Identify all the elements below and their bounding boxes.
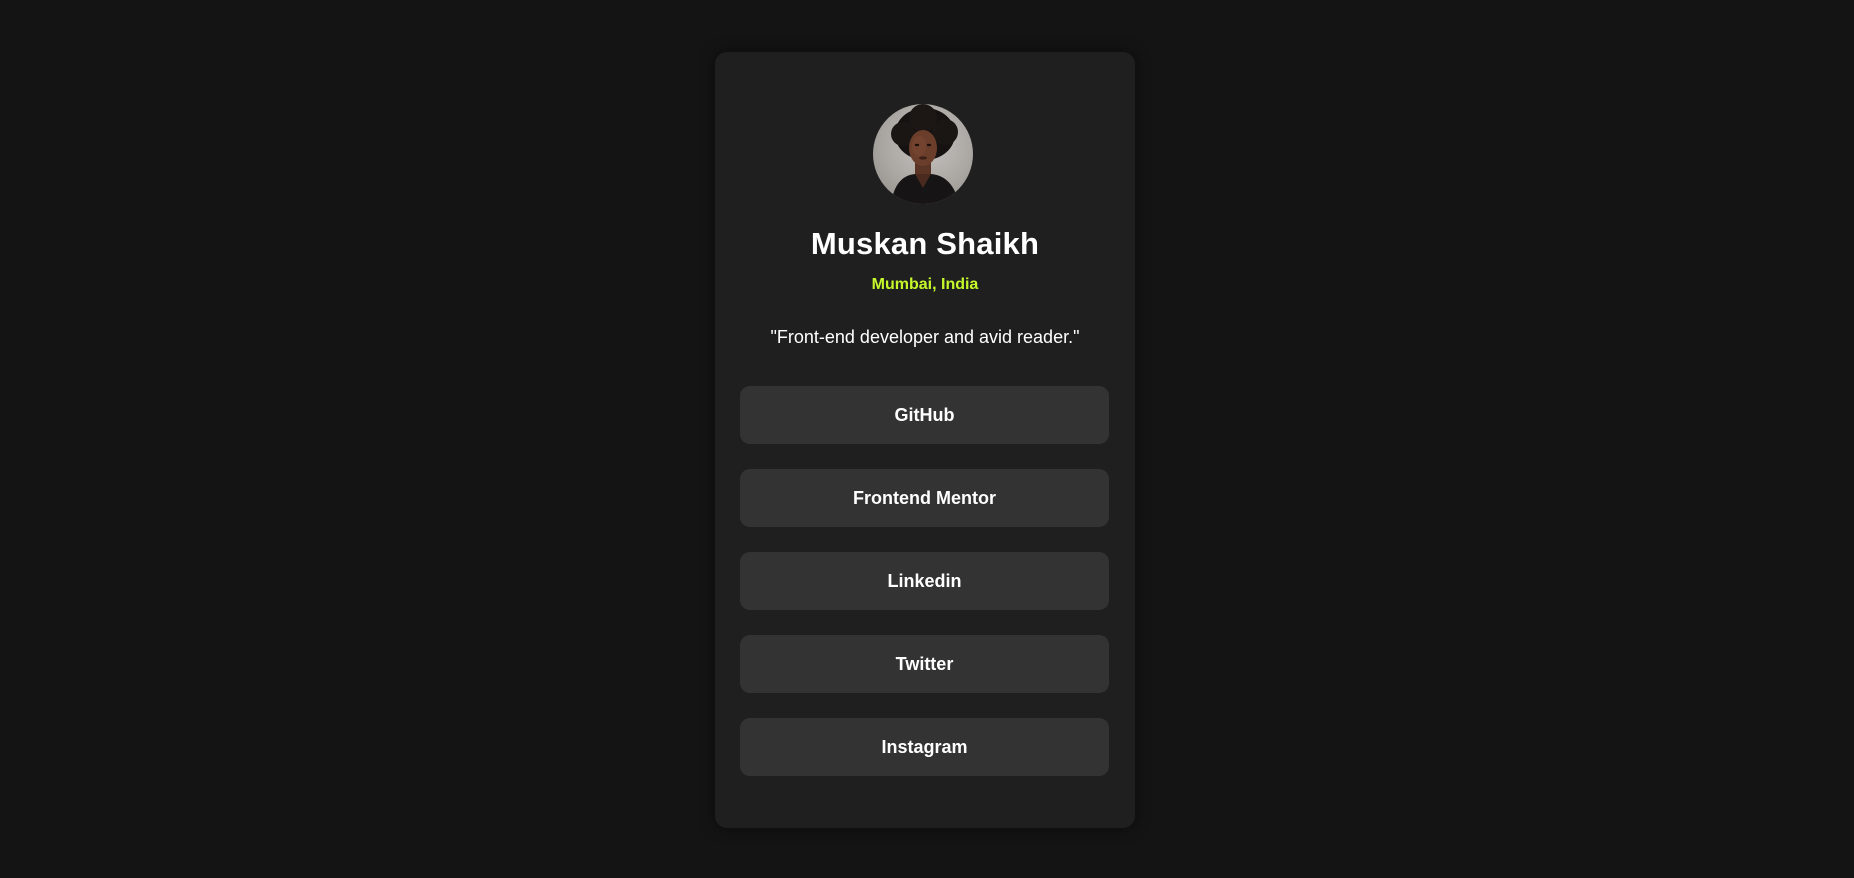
linkedin-link-button[interactable]: Linkedin [740,552,1109,610]
frontend-mentor-link-button[interactable]: Frontend Mentor [740,469,1109,527]
instagram-link-button[interactable]: Instagram [740,718,1109,776]
page: Muskan Shaikh Mumbai, India "Front-end d… [0,0,1854,878]
twitter-link-button[interactable]: Twitter [740,635,1109,693]
social-links-list: GitHub Frontend Mentor Linkedin Twitter … [740,386,1109,801]
profile-card: Muskan Shaikh Mumbai, India "Front-end d… [715,52,1135,828]
github-link-button[interactable]: GitHub [740,386,1109,444]
profile-name: Muskan Shaikh [810,226,1040,261]
profile-bio: "Front-end developer and avid reader." [770,327,1080,347]
profile-location: Mumbai, India [871,276,979,293]
avatar-photo-icon [891,104,959,204]
avatar [873,104,973,204]
